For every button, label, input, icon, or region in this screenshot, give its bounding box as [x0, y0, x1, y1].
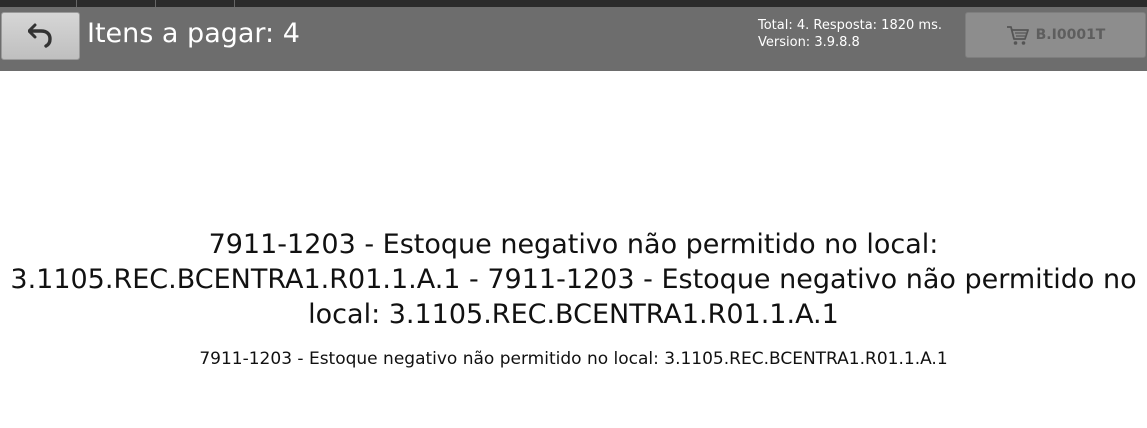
shopping-cart-icon [1006, 24, 1030, 46]
total-response-text: Total: 4. Resposta: 1820 ms. [758, 18, 942, 33]
cart-button[interactable]: B.I0001T [965, 12, 1146, 58]
tab-divider [155, 0, 156, 7]
back-button[interactable] [1, 12, 80, 60]
version-text: Version: 3.9.8.8 [758, 35, 860, 50]
page-title: Itens a pagar: 4 [87, 18, 300, 49]
undo-arrow-icon [27, 20, 54, 52]
tab-divider [234, 0, 235, 7]
tab-divider [76, 0, 77, 7]
error-message: 7911-1203 - Estoque negativo não permiti… [10, 229, 1137, 330]
error-detail: 7911-1203 - Estoque negativo não permiti… [199, 349, 948, 369]
response-info: Total: 4. Resposta: 1820 ms. Version: 3.… [758, 17, 942, 51]
cart-button-label: B.I0001T [1035, 27, 1106, 43]
app-header: Itens a pagar: 4 Total: 4. Resposta: 182… [0, 7, 1147, 71]
